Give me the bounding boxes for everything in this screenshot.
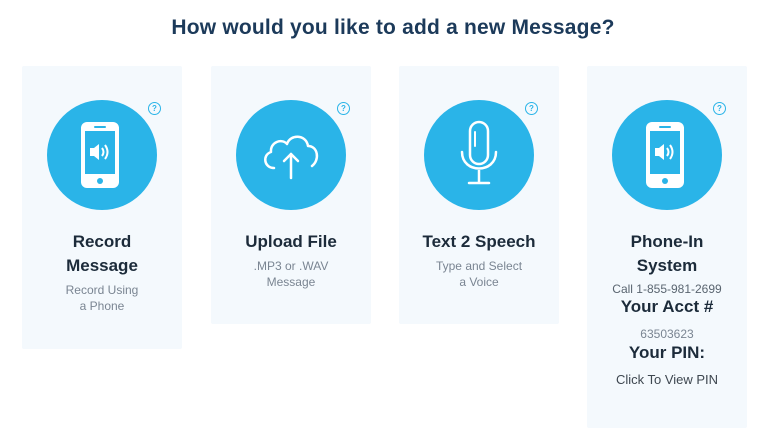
page: How would you like to add a new Message?… xyxy=(0,0,768,436)
phone-in-number: Call 1-855-981-2699 xyxy=(612,282,722,296)
account-label: Your Acct # xyxy=(620,297,714,316)
option-icon-circle xyxy=(236,100,346,210)
option-description: Record Using a Phone xyxy=(65,283,139,313)
option-title: Phone-In System xyxy=(630,232,704,275)
option-description: Type and Select a Voice xyxy=(435,259,523,289)
option-icon-circle xyxy=(612,100,722,210)
view-pin-link[interactable]: Click To View PIN xyxy=(587,372,747,387)
phone-speaker-icon xyxy=(81,122,119,188)
option-text-to-speech[interactable]: ? Text 2 Speech Type and Select a Voice xyxy=(399,66,559,324)
page-title: How would you like to add a new Message? xyxy=(171,16,615,39)
option-description: .MP3 or .WAV Message xyxy=(253,259,329,289)
cloud-upload-icon xyxy=(264,135,319,180)
microphone-icon xyxy=(460,120,498,185)
option-title: Upload File xyxy=(245,232,337,251)
option-icon-circle xyxy=(47,100,157,210)
option-upload-file[interactable]: ? Upload File .MP3 or .WAV Message xyxy=(211,66,371,324)
option-icon-circle xyxy=(424,100,534,210)
option-phone-in-system[interactable]: ? Phone-In System Call 1-855-981-2699 Yo… xyxy=(587,66,747,428)
phone-speaker-icon xyxy=(646,122,684,188)
account-number: 63503623 xyxy=(640,327,694,341)
option-title: Record Message xyxy=(66,232,138,275)
option-title: Text 2 Speech xyxy=(422,232,536,251)
option-record-message[interactable]: ? Record Message Record Using a Phone xyxy=(22,66,182,349)
pin-label: Your PIN: xyxy=(628,343,706,362)
